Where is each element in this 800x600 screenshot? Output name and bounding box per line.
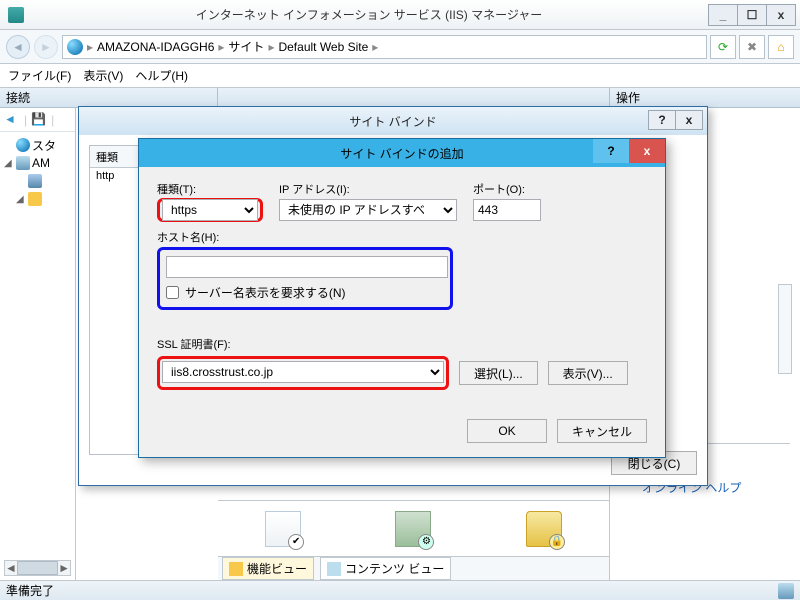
chevron-right-icon: ▸ <box>218 40 224 54</box>
app-icon <box>8 7 24 23</box>
window-maximize-button[interactable]: ☐ <box>737 4 767 26</box>
require-sni-label: サーバー名表示を要求する(N) <box>185 284 346 301</box>
connections-toolbar: ◄ | 💾 | <box>0 108 75 132</box>
chevron-right-icon: ▸ <box>372 40 378 54</box>
tab-content-view[interactable]: コンテンツ ビュー <box>320 557 451 580</box>
feature-icon[interactable]: 🔒 <box>526 511 562 547</box>
ssl-view-button[interactable]: 表示(V)... <box>548 361 628 385</box>
lock-badge-icon: 🔒 <box>549 534 565 550</box>
feature-icon[interactable]: ⚙ <box>395 511 431 547</box>
content-icon <box>327 562 341 576</box>
tree-horizontal-scrollbar[interactable]: ◄ ► <box>4 560 71 576</box>
features-icon <box>229 562 243 576</box>
view-tabs: 機能ビュー コンテンツ ビュー <box>218 556 609 580</box>
chevron-right-icon: ▸ <box>87 40 93 54</box>
home-button[interactable]: ⌂ <box>768 35 794 59</box>
menu-help[interactable]: ヘルプ(H) <box>135 67 188 84</box>
window-minimize-button[interactable]: _ <box>708 4 738 26</box>
back-icon[interactable]: ◄ <box>4 112 20 128</box>
refresh-icon: ⟳ <box>718 40 728 54</box>
connections-tree[interactable]: スタ ◢AM ◢ <box>0 132 75 212</box>
add-binding-titlebar: サイト バインドの追加 ? x <box>139 139 665 167</box>
scroll-right-icon[interactable]: ► <box>58 561 70 575</box>
tree-app-pools[interactable] <box>2 172 73 190</box>
address-row: ◄ ► ▸ AMAZONA-IDAGGH6 ▸ サイト ▸ Default We… <box>0 30 800 64</box>
require-sni-checkbox[interactable] <box>166 286 179 299</box>
gear-badge-icon: ⚙ <box>418 534 434 550</box>
save-icon[interactable]: 💾 <box>31 112 47 128</box>
tree-start-page[interactable]: スタ <box>2 136 73 154</box>
site-bindings-title: サイト バインド <box>349 113 436 130</box>
window-titlebar: インターネット インフォメーション サービス (IIS) マネージャー _ ☐ … <box>0 0 800 30</box>
menu-file[interactable]: ファイル(F) <box>8 67 71 84</box>
dialog-close-button[interactable]: x <box>675 110 703 130</box>
dialog-help-button[interactable]: ? <box>648 110 676 130</box>
crumb-sites[interactable]: サイト <box>228 38 264 55</box>
check-badge-icon: ✔ <box>288 534 304 550</box>
feature-icons-row: ✔ ⚙ 🔒 <box>218 500 609 556</box>
ssl-cert-highlight: iis8.crosstrust.co.jp <box>157 356 449 390</box>
ssl-cert-label: SSL 証明書(F): <box>157 339 231 351</box>
ip-address-select[interactable]: 未使用の IP アドレスすべて <box>279 199 457 221</box>
nav-back-button[interactable]: ◄ <box>6 35 30 59</box>
stop-icon: ✖ <box>747 40 757 54</box>
feature-icon[interactable]: ✔ <box>265 511 301 547</box>
refresh-button[interactable]: ⟳ <box>710 35 736 59</box>
ok-button[interactable]: OK <box>467 419 547 443</box>
tree-server-node[interactable]: ◢AM <box>2 154 73 172</box>
hostname-input[interactable] <box>166 256 448 278</box>
binding-type-select[interactable]: https <box>162 199 258 221</box>
port-label: ポート(O): <box>473 181 541 197</box>
add-site-binding-dialog: サイト バインドの追加 ? x 種類(T): https IP アドレス(I): <box>138 138 666 458</box>
status-text: 準備完了 <box>6 582 54 599</box>
type-highlight: https <box>157 198 263 222</box>
menu-bar: ファイル(F) 表示(V) ヘルプ(H) <box>0 64 800 88</box>
dialog-help-button[interactable]: ? <box>593 139 629 163</box>
status-icon <box>778 583 794 599</box>
cancel-button[interactable]: キャンセル <box>557 419 647 443</box>
connections-pane: ◄ | 💾 | スタ ◢AM ◢ ◄ ► <box>0 108 76 580</box>
globe-icon <box>67 39 83 55</box>
nav-forward-button[interactable]: ► <box>34 35 58 59</box>
panel-header-row: 接続 操作 <box>0 88 800 108</box>
ssl-cert-select[interactable]: iis8.crosstrust.co.jp <box>162 361 444 383</box>
add-binding-title: サイト バインドの追加 <box>340 145 463 162</box>
window-title: インターネット インフォメーション サービス (IIS) マネージャー <box>30 6 708 23</box>
menu-view[interactable]: 表示(V) <box>83 67 123 84</box>
tab-features-view[interactable]: 機能ビュー <box>222 557 314 580</box>
hostname-highlight: サーバー名表示を要求する(N) <box>157 247 453 310</box>
stop-button[interactable]: ✖ <box>739 35 765 59</box>
ssl-select-button[interactable]: 選択(L)... <box>459 361 538 385</box>
connections-header: 接続 <box>0 88 218 107</box>
actions-header: 操作 <box>610 88 800 107</box>
scroll-thumb[interactable] <box>17 561 58 575</box>
type-label: 種類(T): <box>157 181 263 197</box>
ip-label: IP アドレス(I): <box>279 181 457 197</box>
actions-scrollbar[interactable] <box>778 284 792 374</box>
crumb-server[interactable]: AMAZONA-IDAGGH6 <box>97 40 214 54</box>
port-input[interactable] <box>473 199 541 221</box>
tree-sites-node[interactable]: ◢ <box>2 190 73 208</box>
hostname-label: ホスト名(H): <box>157 232 219 244</box>
scroll-left-icon[interactable]: ◄ <box>5 561 17 575</box>
breadcrumb-bar[interactable]: ▸ AMAZONA-IDAGGH6 ▸ サイト ▸ Default Web Si… <box>62 35 707 59</box>
chevron-right-icon: ▸ <box>268 40 274 54</box>
dialog-close-button[interactable]: x <box>629 139 665 163</box>
status-bar: 準備完了 <box>0 580 800 600</box>
window-close-button[interactable]: x <box>766 4 796 26</box>
site-bindings-titlebar: サイト バインド ? x <box>79 107 707 135</box>
home-icon: ⌂ <box>777 40 784 54</box>
crumb-site[interactable]: Default Web Site <box>278 40 368 54</box>
